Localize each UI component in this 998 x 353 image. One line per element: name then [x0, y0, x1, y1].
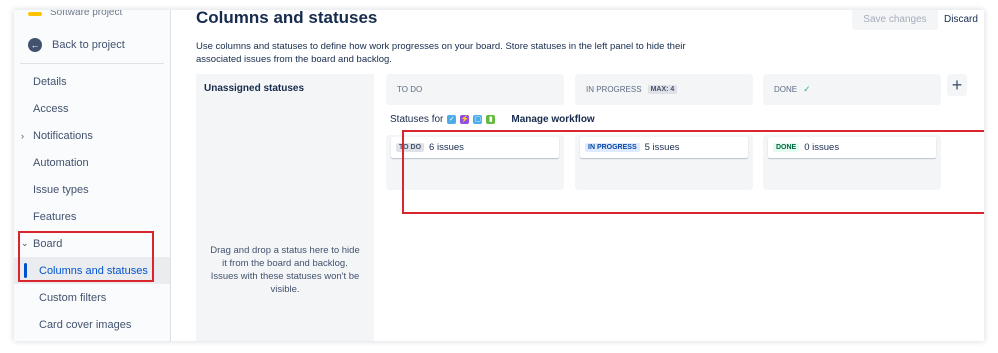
column-name: IN PROGRESS [586, 85, 642, 94]
project-avatar [28, 12, 42, 16]
issue-count: 6 issues [429, 142, 464, 153]
page-description: Use columns and statuses to define how w… [196, 41, 686, 65]
back-arrow-icon: ← [28, 38, 42, 52]
sidebar-item-label: Access [33, 102, 69, 115]
project-type: Software project [50, 10, 123, 18]
save-changes-button[interactable]: Save changes [852, 10, 938, 30]
status-lane-in-progress[interactable]: IN PROGRESS 5 issues [575, 135, 753, 190]
status-card-in-progress[interactable]: IN PROGRESS 5 issues [580, 137, 748, 158]
task-type-icon: ✓ [447, 115, 457, 124]
subtask-type-icon: ⚡ [460, 115, 470, 124]
status-lozenge: IN PROGRESS [585, 143, 640, 152]
sidebar-item-label: Features [33, 210, 77, 223]
max-limit-badge: MAX: 4 [647, 85, 678, 94]
column-header-in-progress[interactable]: IN PROGRESS MAX: 4 [575, 74, 753, 105]
status-lane-done[interactable]: DONE 0 issues [763, 135, 941, 190]
sidebar-item-access[interactable]: Access [14, 95, 170, 122]
sidebar-item-label: Notifications [33, 129, 93, 142]
sidebar-item-automation[interactable]: Automation [14, 149, 170, 176]
issue-count: 5 issues [644, 142, 680, 153]
sidebar-item-label: Board [33, 237, 63, 250]
sidebar-item-label: Card cover images [39, 318, 132, 331]
sidebar: Software project ← Back to project Detai… [14, 10, 171, 341]
add-column-button[interactable]: + [947, 74, 967, 96]
status-lane-todo[interactable]: TO DO 6 issues [386, 135, 564, 190]
sidebar-item-features[interactable]: Features [14, 203, 170, 230]
unassigned-statuses-panel[interactable]: Unassigned statuses Drag and drop a stat… [196, 74, 374, 341]
sidebar-item-notifications[interactable]: › Notifications [14, 122, 170, 149]
sidebar-item-label: Details [33, 75, 67, 88]
status-card-todo[interactable]: TO DO 6 issues [391, 137, 559, 158]
checkmark-icon: ✓ [803, 84, 811, 94]
main-content: Columns and statuses Save changes Discar… [171, 10, 984, 341]
sidebar-item-board[interactable]: ⌄ Board [14, 230, 170, 257]
sidebar-item-details[interactable]: Details [14, 68, 170, 95]
sidebar-item-label: Automation [33, 156, 89, 169]
sidebar-item-label: Issue types [33, 183, 89, 196]
page-title: Columns and statuses [196, 10, 378, 27]
column-name: TO DO [397, 85, 423, 94]
sidebar-item-issue-types[interactable]: Issue types [14, 176, 170, 203]
column-header-todo[interactable]: TO DO [386, 74, 564, 105]
statuses-for-row: Statuses for ✓ ⚡ ▢ ▮ Manage workflow [390, 114, 595, 125]
sidebar-divider [20, 63, 164, 64]
chevron-right-icon: › [21, 130, 24, 141]
column-header-done[interactable]: DONE ✓ [763, 74, 941, 105]
sidebar-nav: Details Access › Notifications Automatio… [14, 68, 170, 338]
status-lozenge: DONE [773, 143, 800, 152]
chevron-down-icon: ⌄ [21, 238, 29, 248]
sidebar-item-card-cover-images[interactable]: Card cover images [14, 311, 170, 338]
statuses-for-label: Statuses for [390, 114, 444, 125]
sidebar-item-columns-and-statuses[interactable]: Columns and statuses [14, 257, 170, 284]
story-type-icon: ▮ [486, 115, 496, 124]
subtask-type-icon: ▢ [473, 115, 483, 124]
status-lozenge: TO DO [396, 143, 425, 152]
discard-button[interactable]: Discard [941, 10, 981, 30]
sidebar-item-label: Custom filters [39, 291, 107, 304]
column-name: DONE [774, 85, 798, 94]
back-label: Back to project [52, 39, 125, 51]
unassigned-hint: Drag and drop a status here to hide it f… [210, 245, 360, 295]
status-card-done[interactable]: DONE 0 issues [768, 137, 936, 158]
back-to-project-link[interactable]: ← Back to project [28, 38, 125, 52]
sidebar-item-custom-filters[interactable]: Custom filters [14, 284, 170, 311]
manage-workflow-link[interactable]: Manage workflow [511, 114, 594, 125]
sidebar-item-label: Columns and statuses [39, 264, 148, 277]
settings-window: Software project ← Back to project Detai… [14, 10, 984, 341]
issue-count: 0 issues [804, 142, 840, 153]
unassigned-title: Unassigned statuses [204, 83, 305, 94]
